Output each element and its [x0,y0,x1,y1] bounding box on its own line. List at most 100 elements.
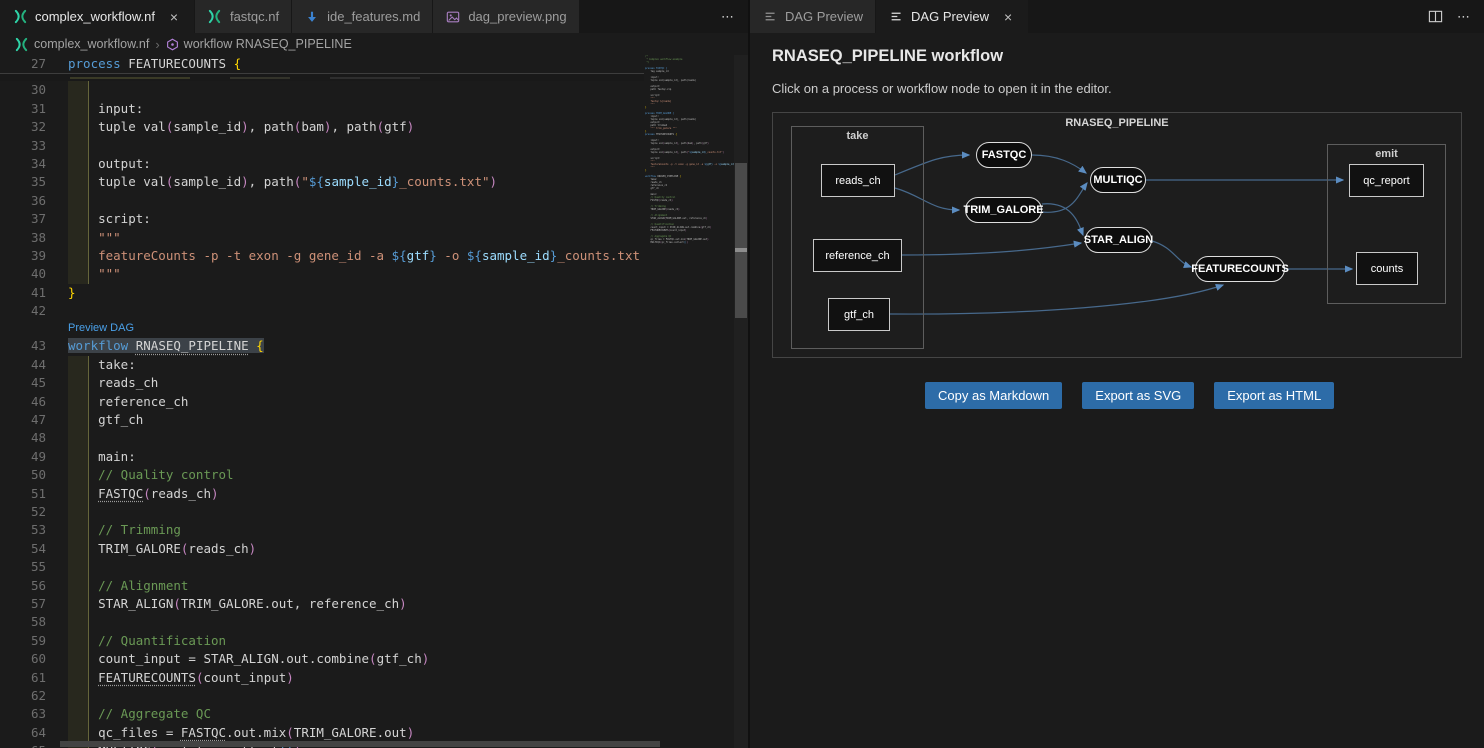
indent-guide-highlight [68,173,89,191]
code-line-39[interactable]: 39 featureCounts -p -t exon -g gene_id -… [0,247,644,265]
code-line-53[interactable]: 53 // Trimming [0,521,644,539]
code-line-43[interactable]: 43workflow RNASEQ_PIPELINE { [0,337,644,355]
code-line-34[interactable]: 34 output: [0,155,644,173]
dag-channel-node-gtf_ch[interactable]: gtf_ch [828,298,890,331]
close-icon[interactable]: × [166,9,182,25]
code-line-48[interactable]: 48 [0,429,644,447]
right-tab-strip: DAG PreviewDAG Preview× ⋯ [750,0,1484,33]
tab-dag-preview-dag-preview[interactable]: DAG Preview× [876,0,1029,33]
horizontal-scrollbar[interactable] [0,740,734,748]
indent-guide-highlight [68,137,89,155]
tab-label: complex_workflow.nf [35,9,155,24]
code-line-45[interactable]: 45 reads_ch [0,374,644,392]
tab-dag-preview-dag-preview[interactable]: DAG Preview [750,0,876,33]
code-line-49[interactable]: 49 main: [0,448,644,466]
dag-process-node-MULTIQC[interactable]: MULTIQC [1090,167,1146,193]
dag-channel-node-qc_report[interactable]: qc_report [1349,164,1424,197]
code-line-63[interactable]: 63 // Aggregate QC [0,705,644,723]
overview-ruler-mark [735,248,747,252]
export-as-html-button[interactable]: Export as HTML [1214,382,1334,409]
code-line-41[interactable]: 41} [0,284,644,302]
dag-process-node-FASTQC[interactable]: FASTQC [976,142,1032,168]
code-line-55[interactable]: 55 [0,558,644,576]
code-line-35[interactable]: 35 tuple val(sample_id), path("${sample_… [0,173,644,191]
export-as-svg-button[interactable]: Export as SVG [1082,382,1194,409]
indent-guide-highlight [68,100,89,118]
code-text: gtf_ch [46,411,143,429]
code-text: workflow RNASEQ_PIPELINE { [46,337,264,355]
close-icon[interactable]: × [1000,9,1016,25]
code-line-62[interactable]: 62 [0,687,644,705]
code-text: tuple val(sample_id), path("${sample_id}… [46,173,497,191]
tab-ide-features-md[interactable]: ide_features.md [292,0,433,33]
line-number: 39 [0,247,46,265]
code-line-60[interactable]: 60 count_input = STAR_ALIGN.out.combine(… [0,650,644,668]
code-line-37[interactable]: 37 script: [0,210,644,228]
copy-as-markdown-button[interactable]: Copy as Markdown [925,382,1062,409]
code-line-59[interactable]: 59 // Quantification [0,632,644,650]
nextflow-icon [207,9,223,25]
code-text [46,503,68,521]
dag-edge-reference_ch-to-STAR_ALIGN [902,243,1081,255]
code-line-44[interactable]: 44 take: [0,356,644,374]
breadcrumb-file[interactable]: complex_workflow.nf [14,37,149,52]
code-line-50[interactable]: 50 // Quality control [0,466,644,484]
line-number: 45 [0,374,46,392]
line-number: 46 [0,393,46,411]
code-text: process FEATURECOUNTS { [46,55,241,73]
horizontal-scrollbar-thumb[interactable] [60,741,660,747]
code-line-30[interactable]: 30 [0,81,644,99]
vertical-scrollbar-thumb[interactable] [735,163,747,318]
code-text [46,687,68,705]
more-actions-icon[interactable]: ⋯ [1457,9,1470,25]
folded-lines-region[interactable] [0,73,644,81]
dag-process-node-FEATURECOUNTS[interactable]: FEATURECOUNTS [1195,256,1285,282]
code-line-54[interactable]: 54 TRIM_GALORE(reads_ch) [0,540,644,558]
code-line-51[interactable]: 51 FASTQC(reads_ch) [0,485,644,503]
code-text: output: [46,155,151,173]
code-editor[interactable]: 27process FEATURECOUNTS { 3031 input:32 t… [0,55,748,748]
dag-edge-gtf_ch-to-FEATURECOUNTS [890,285,1223,314]
code-line-38[interactable]: 38 """ [0,229,644,247]
code-line-33[interactable]: 33 [0,137,644,155]
vertical-scrollbar[interactable] [734,55,748,748]
code-line-47[interactable]: 47 gtf_ch [0,411,644,429]
code-line-58[interactable]: 58 [0,613,644,631]
dag-channel-node-reference_ch[interactable]: reference_ch [813,239,902,272]
tab-fastqc-nf[interactable]: fastqc.nf [195,0,292,33]
code-line-56[interactable]: 56 // Alignment [0,577,644,595]
code-line-61[interactable]: 61 FEATURECOUNTS(count_input) [0,669,644,687]
line-number: 31 [0,100,46,118]
preview-dag-codelens-link[interactable]: Preview DAG [68,320,134,337]
more-actions-icon[interactable]: ⋯ [721,9,734,25]
code-line-52[interactable]: 52 [0,503,644,521]
code-lines: 27process FEATURECOUNTS { 3031 input:32 t… [0,55,644,748]
line-number: 37 [0,210,46,228]
minimap[interactable]: /* * Complex workflow example */process … [645,55,734,748]
code-text: take: [46,356,136,374]
nextflow-icon [12,9,28,25]
line-number: 61 [0,669,46,687]
tab-complex-workflow-nf[interactable]: complex_workflow.nf × [0,0,195,33]
dag-process-node-TRIM_GALORE[interactable]: TRIM_GALORE [965,197,1042,223]
tab-dag-preview-png[interactable]: dag_preview.png [433,0,579,33]
code-line-57[interactable]: 57 STAR_ALIGN(TRIM_GALORE.out, reference… [0,595,644,613]
dag-channel-node-reads_ch[interactable]: reads_ch [821,164,895,197]
split-editor-icon[interactable] [1428,9,1443,24]
code-text: featureCounts -p -t exon -g gene_id -a $… [46,247,644,265]
code-line-40[interactable]: 40 """ [0,265,644,283]
breadcrumb-symbol[interactable]: workflow RNASEQ_PIPELINE [166,37,352,51]
line-number: 59 [0,632,46,650]
code-line-46[interactable]: 46 reference_ch [0,393,644,411]
code-line-36[interactable]: 36 [0,192,644,210]
code-text: main: [46,448,136,466]
dag-process-node-STAR_ALIGN[interactable]: STAR_ALIGN [1085,227,1152,253]
line-number: 43 [0,337,46,355]
tab-label: ide_features.md [327,9,420,24]
line-number: 60 [0,650,46,668]
code-line-42[interactable]: 42 [0,302,644,320]
code-line-32[interactable]: 32 tuple val(sample_id), path(bam), path… [0,118,644,136]
code-line-27[interactable]: 27process FEATURECOUNTS { [0,55,644,73]
code-line-31[interactable]: 31 input: [0,100,644,118]
dag-channel-node-counts[interactable]: counts [1356,252,1418,285]
